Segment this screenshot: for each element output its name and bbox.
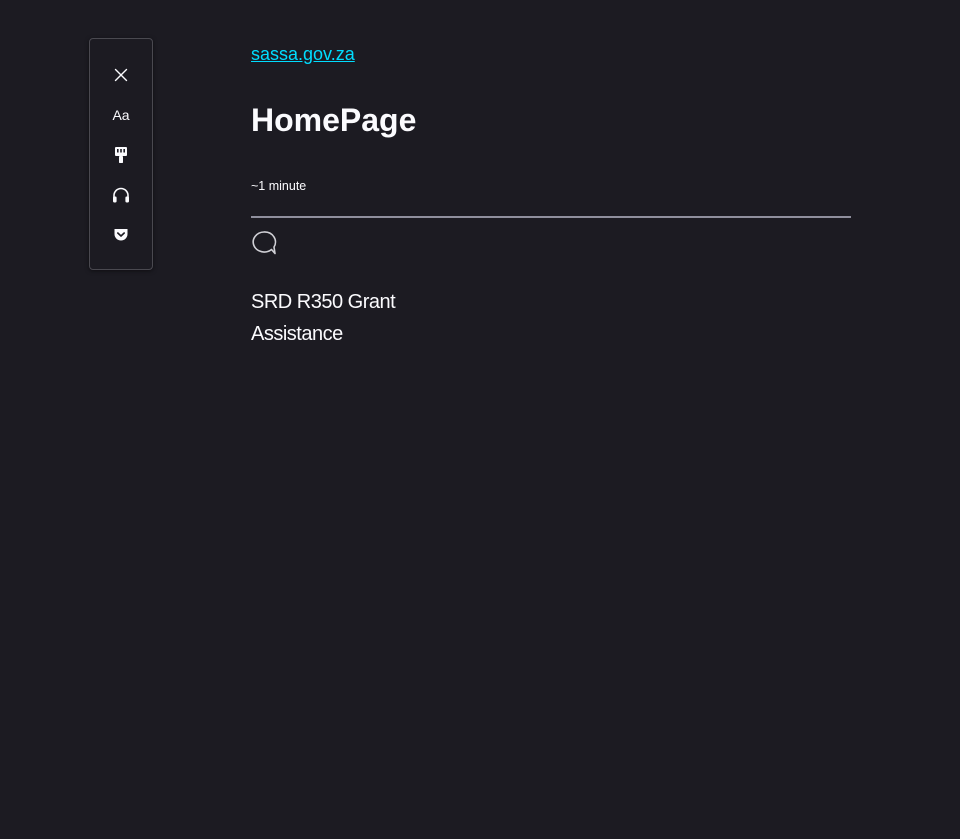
headphones-icon	[113, 187, 129, 203]
article-domain-link[interactable]: sassa.gov.za	[251, 44, 355, 65]
paint-brush-icon	[115, 147, 127, 163]
pocket-button[interactable]	[105, 219, 137, 251]
article-paragraph: Assistance	[251, 323, 343, 345]
close-icon	[114, 68, 128, 82]
listen-button[interactable]	[105, 179, 137, 211]
reading-time: ~1 minute	[251, 179, 307, 193]
article-body: SRD R350 Grant Assistance	[251, 286, 851, 350]
type-controls-button[interactable]: Aa	[105, 99, 137, 131]
type-controls-icon: Aa	[112, 107, 130, 123]
reader-toolbar: Aa	[89, 38, 153, 270]
header-divider	[251, 216, 851, 218]
theme-button[interactable]	[105, 139, 137, 171]
page-title: HomePage	[251, 102, 417, 138]
speech-bubble-icon	[252, 231, 277, 255]
close-reader-button[interactable]	[105, 59, 137, 91]
article-paragraph: SRD R350 Grant	[251, 291, 396, 313]
pocket-icon	[114, 229, 128, 241]
